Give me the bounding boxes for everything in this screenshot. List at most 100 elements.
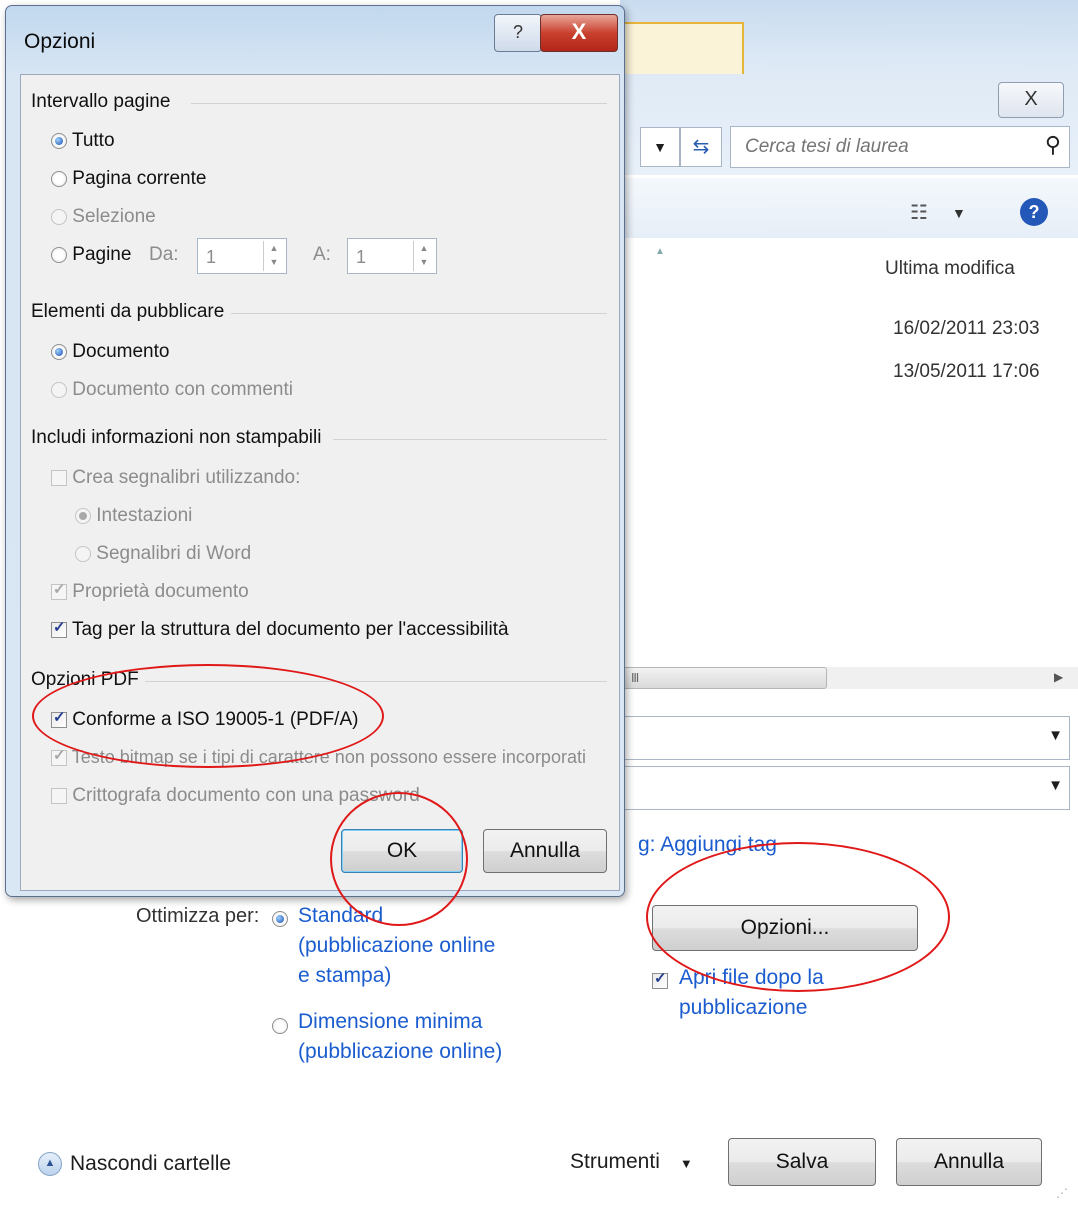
section-publish: Elementi da pubblicare	[31, 301, 225, 322]
spinner-arrows-icon[interactable]: ▲ ▼	[263, 241, 284, 271]
checkbox-icon[interactable]	[51, 618, 67, 638]
annotation-ellipse	[646, 842, 950, 992]
checkbox-properties[interactable]: Proprietà documento	[51, 580, 249, 603]
pages-to-input[interactable]	[354, 240, 408, 274]
open-after-checkbox[interactable]	[652, 969, 668, 992]
open-after-line: pubblicazione	[679, 996, 808, 1019]
chevron-up-icon: ▲	[38, 1152, 62, 1177]
file-row-modified[interactable]: 16/02/2011 23:03	[893, 318, 1040, 340]
radio-icon[interactable]	[272, 1017, 288, 1034]
checkbox-icon[interactable]	[51, 746, 67, 767]
radio-pages[interactable]: Pagine	[51, 244, 131, 266]
ribbon-tab-fragment	[620, 22, 744, 74]
chevron-down-icon: ▼	[1048, 727, 1063, 744]
pages-from-input[interactable]	[204, 240, 258, 274]
options-dialog: Opzioni ? X Intervallo pagine Tutto Pagi…	[5, 5, 625, 897]
resize-grip-icon[interactable]: ⋰	[1056, 1186, 1068, 1200]
radio-icon[interactable]	[51, 132, 67, 149]
radio-document-label: Documento	[72, 341, 170, 362]
pages-to-spinner[interactable]: ▲▼	[347, 238, 437, 274]
tools-menu[interactable]: Strumenti ▼	[570, 1150, 693, 1174]
column-header-modified[interactable]: Ultima modifica	[885, 258, 1015, 280]
sort-arrow-icon: ▲	[655, 246, 665, 257]
radio-document-comments[interactable]: Documento con commenti	[51, 379, 293, 401]
optimize-label: Ottimizza per:	[136, 905, 260, 927]
file-row-modified[interactable]: 13/05/2011 17:06	[893, 361, 1040, 383]
radio-icon[interactable]	[51, 208, 67, 225]
radio-selection[interactable]: Selezione	[51, 206, 156, 228]
help-button[interactable]: ?	[494, 14, 542, 52]
view-dropdown-icon[interactable]: ▼	[952, 205, 966, 221]
checkbox-bookmarks[interactable]: Crea segnalibri utilizzando:	[51, 467, 300, 489]
radio-word-bookmarks-label: Segnalibri di Word	[96, 543, 252, 564]
publish-close-button[interactable]: X	[998, 82, 1064, 118]
search-icon[interactable]: ⚲	[1045, 132, 1061, 158]
divider	[333, 439, 607, 440]
radio-all-label: Tutto	[71, 130, 115, 151]
radio-current-page[interactable]: Pagina corrente	[51, 168, 206, 190]
checkbox-properties-label: Proprietà documento	[72, 581, 249, 602]
view-options-icon[interactable]: ☷	[910, 200, 928, 225]
refresh-icon[interactable]: ⇆	[680, 127, 722, 167]
annotation-ellipse	[330, 792, 468, 926]
checkbox-icon[interactable]	[51, 787, 67, 804]
pages-to-label: A:	[313, 244, 331, 265]
hide-folders-label: Nascondi cartelle	[70, 1152, 232, 1175]
filename-combo[interactable]: ▼	[620, 716, 1070, 760]
optimize-minimum-line: (pubblicazione online)	[298, 1040, 503, 1063]
dialog-cancel-button[interactable]: Annulla	[483, 829, 607, 873]
optimize-standard-radio[interactable]	[272, 908, 288, 930]
radio-icon[interactable]	[75, 507, 91, 524]
checkbox-icon[interactable]	[652, 969, 668, 989]
search-box[interactable]: ⚲	[730, 126, 1070, 168]
radio-document[interactable]: Documento	[51, 341, 169, 363]
chevron-down-icon: ▼	[679, 1156, 693, 1171]
radio-headings[interactable]: Intestazioni	[75, 505, 192, 527]
radio-word-bookmarks[interactable]: Segnalibri di Word	[75, 543, 251, 565]
hide-folders-button[interactable]: ▲ Nascondi cartelle	[38, 1152, 232, 1177]
cancel-button[interactable]: Annulla	[896, 1138, 1042, 1186]
divider	[231, 313, 607, 314]
tools-label: Strumenti	[570, 1150, 660, 1173]
spinner-arrows-icon[interactable]: ▲ ▼	[413, 241, 434, 271]
help-icon[interactable]: ?	[1020, 198, 1048, 226]
checkbox-bookmarks-label: Crea segnalibri utilizzando:	[72, 467, 301, 488]
help-icon: ?	[512, 22, 523, 42]
pages-from-label: Da:	[149, 244, 179, 265]
chevron-down-icon: ▼	[1048, 777, 1063, 794]
pages-from-spinner[interactable]: ▲▼	[197, 238, 287, 274]
radio-icon[interactable]	[75, 545, 91, 562]
radio-pages-label: Pagine	[72, 244, 132, 265]
radio-icon[interactable]	[51, 343, 67, 360]
optimize-standard-line: e stampa)	[298, 964, 392, 987]
address-dropdown-icon[interactable]: ▼	[640, 127, 680, 167]
options-dialog-body: Intervallo pagine Tutto Pagina corrente …	[20, 74, 620, 891]
save-button[interactable]: Salva	[728, 1138, 876, 1186]
divider	[191, 103, 607, 104]
checkbox-icon[interactable]	[51, 469, 67, 486]
radio-current-page-label: Pagina corrente	[72, 168, 207, 189]
close-icon: X	[1024, 88, 1038, 110]
filetype-combo[interactable]: ▼	[620, 766, 1070, 810]
optimize-minimum-radio[interactable]	[272, 1015, 288, 1037]
radio-icon[interactable]	[51, 381, 67, 398]
optimize-standard-line: (pubblicazione online	[298, 934, 496, 957]
search-input[interactable]	[743, 128, 1037, 166]
radio-icon[interactable]	[272, 910, 288, 927]
radio-all[interactable]: Tutto	[51, 130, 115, 152]
optimize-minimum-line: Dimensione minima	[298, 1010, 483, 1033]
close-icon: X	[571, 19, 587, 44]
scrollbar-thumb[interactable]: Ⅲ	[620, 667, 827, 689]
radio-icon[interactable]	[51, 246, 67, 263]
checkbox-icon[interactable]	[51, 580, 67, 600]
scroll-right-icon[interactable]: ▶	[1054, 670, 1063, 684]
annotation-ellipse	[32, 664, 384, 768]
dialog-close-button[interactable]: X	[540, 14, 618, 52]
section-nonprintable: Includi informazioni non stampabili	[31, 427, 322, 448]
radio-icon[interactable]	[51, 170, 67, 187]
optimize-minimum-label[interactable]: Dimensione minima (pubblicazione online)	[298, 1007, 502, 1067]
radio-headings-label: Intestazioni	[96, 505, 193, 526]
section-page-range: Intervallo pagine	[31, 91, 171, 112]
checkbox-accessibility-tags[interactable]: Tag per la struttura del documento per l…	[51, 618, 509, 641]
checkbox-accessibility-tags-label: Tag per la struttura del documento per l…	[71, 619, 509, 640]
